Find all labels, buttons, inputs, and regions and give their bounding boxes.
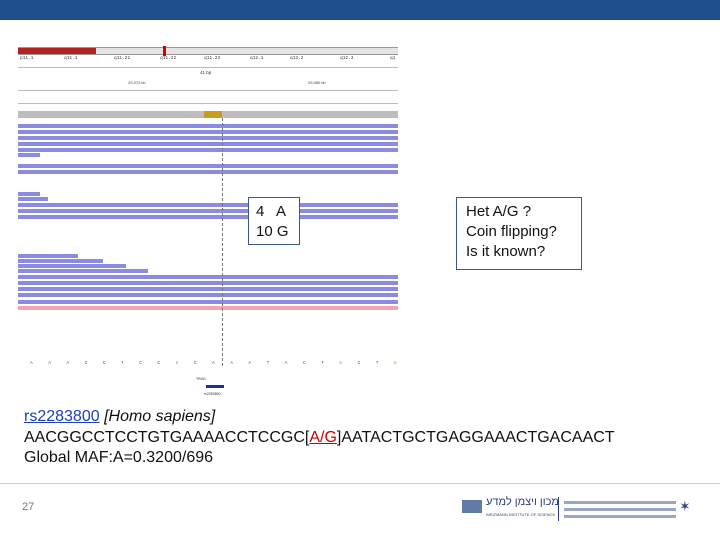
reference-base: C bbox=[357, 361, 361, 366]
gene-label: TRIA1 bbox=[196, 377, 206, 381]
reference-base: C bbox=[193, 361, 197, 366]
weizmann-emblem-icon: ✶ bbox=[679, 498, 691, 514]
reference-base: G bbox=[175, 361, 179, 366]
reference-base: T bbox=[375, 361, 379, 366]
aligned-read bbox=[18, 153, 40, 157]
snp-description: rs2283800 [Homo sapiens] AACGGCCTCCTGTGA… bbox=[24, 407, 615, 469]
allele-count-g: 10 G bbox=[256, 223, 289, 240]
aligned-read bbox=[18, 254, 78, 258]
allele-counts-box: 4 A 10 G bbox=[248, 197, 300, 245]
aligned-read bbox=[18, 293, 398, 297]
variant-alleles: A/G bbox=[309, 428, 337, 446]
gene-feature bbox=[206, 385, 224, 388]
rsid-link[interactable]: rs2283800 bbox=[24, 408, 100, 425]
aligned-read bbox=[18, 170, 398, 174]
sequence-left: AACGGCCTCCTGTGAAAACCTCCGC[ bbox=[24, 428, 310, 446]
aligned-read bbox=[18, 130, 398, 134]
center-line bbox=[222, 118, 223, 366]
aligned-read bbox=[18, 306, 398, 310]
aligned-read bbox=[18, 275, 398, 279]
aligned-read bbox=[18, 287, 398, 291]
snp-species: [Homo sapiens] bbox=[99, 408, 216, 425]
snp-title: rs2283800 [Homo sapiens] bbox=[24, 407, 615, 428]
snp-flanking-sequence: AACGGCCTCCTGTGAAAACCTCCGC[A/G]AATACTGCTG… bbox=[24, 428, 615, 449]
logo-text-line bbox=[564, 515, 676, 518]
question-line: Is it known? bbox=[466, 243, 546, 260]
reference-sequence: AAACCTCCGCAAATACTGCTG bbox=[18, 361, 398, 369]
weizmann-logo: מכון ויצמן למדע WEIZMANN INSTITUTE OF SC… bbox=[462, 495, 692, 525]
reference-base: C bbox=[102, 361, 106, 366]
aligned-read bbox=[18, 264, 126, 268]
reference-base: A bbox=[66, 361, 70, 366]
reference-base: T bbox=[266, 361, 270, 366]
question-line: Het A/G ? bbox=[466, 203, 532, 220]
reference-base: A bbox=[284, 361, 288, 366]
logo-divider bbox=[558, 497, 559, 521]
aligned-read bbox=[18, 197, 48, 201]
reference-base: C bbox=[303, 361, 306, 366]
aligned-read bbox=[18, 259, 103, 263]
reference-base: G bbox=[339, 361, 343, 366]
reference-base: C bbox=[84, 361, 88, 366]
aligned-read bbox=[18, 164, 398, 168]
reference-base: C bbox=[139, 361, 142, 366]
logo-text-line bbox=[564, 501, 676, 504]
question-line: Coin flipping? bbox=[466, 223, 557, 240]
reference-base: A bbox=[212, 361, 215, 366]
igv-screenshot: p11.1 q11.1 q11.21 q11.22 q11.23 q12.1 q… bbox=[18, 40, 398, 405]
aligned-read bbox=[18, 148, 398, 152]
question-box: Het A/G ? Coin flipping? Is it known? bbox=[456, 197, 582, 270]
logo-subtitle: WEIZMANN INSTITUTE OF SCIENCE bbox=[486, 512, 556, 517]
reference-base: A bbox=[248, 361, 252, 366]
aligned-read bbox=[18, 203, 398, 207]
reference-base: G bbox=[394, 361, 397, 366]
aligned-read bbox=[18, 209, 398, 213]
aligned-read bbox=[18, 136, 398, 140]
aligned-read bbox=[18, 124, 398, 128]
reference-base: T bbox=[321, 361, 324, 366]
reference-base: A bbox=[30, 361, 33, 366]
allele-count-a: 4 A bbox=[256, 203, 287, 220]
footer-divider bbox=[0, 483, 720, 484]
reference-base: C bbox=[157, 361, 161, 366]
sequence-right: ]AATACTGCTGAGGAAACTGACAACT bbox=[336, 428, 615, 446]
aligned-read bbox=[18, 281, 398, 285]
logo-text-line bbox=[564, 508, 676, 511]
snp-maf: Global MAF:A=0.3200/696 bbox=[24, 449, 214, 466]
aligned-read bbox=[18, 269, 148, 273]
title-bar bbox=[0, 0, 720, 20]
reference-base: T bbox=[121, 361, 124, 366]
reference-base: A bbox=[230, 361, 233, 366]
aligned-read bbox=[18, 142, 398, 146]
aligned-read bbox=[18, 192, 40, 196]
logo-flag-icon bbox=[462, 500, 482, 513]
logo-hebrew-text: מכון ויצמן למדע bbox=[486, 496, 559, 508]
aligned-read bbox=[18, 300, 398, 304]
read-alignments bbox=[18, 40, 398, 405]
snp-feature-label: rs2283800 bbox=[204, 392, 221, 396]
reference-base: A bbox=[48, 361, 51, 366]
page-number: 27 bbox=[22, 501, 35, 513]
aligned-read bbox=[18, 215, 398, 219]
